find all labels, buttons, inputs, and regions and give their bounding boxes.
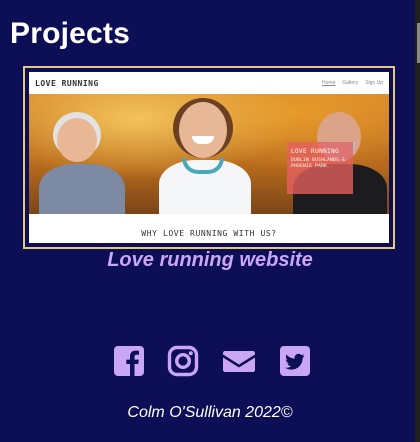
site-preview-logo: LOVE RUNNING bbox=[35, 78, 99, 88]
project-card[interactable]: LOVE RUNNING Home Gallery Sign Up LOVE R… bbox=[23, 66, 395, 249]
page-title: Projects bbox=[10, 17, 130, 50]
runner-center bbox=[149, 96, 259, 214]
site-preview-nav-item: Gallery bbox=[342, 80, 359, 86]
social-links bbox=[113, 345, 311, 377]
promo-title: LOVE RUNNING bbox=[291, 148, 340, 155]
site-preview-nav-item: Sign Up bbox=[365, 80, 383, 86]
site-preview-hero-image: LOVE RUNNING DUBLIN BUSHLANDS & PHOENIX … bbox=[29, 94, 389, 214]
twitter-icon[interactable] bbox=[279, 345, 311, 377]
project-screenshot[interactable]: LOVE RUNNING Home Gallery Sign Up LOVE R… bbox=[29, 72, 389, 243]
scrollbar-track[interactable] bbox=[415, 0, 420, 442]
promo-subtitle: DUBLIN BUSHLANDS & PHOENIX PARK bbox=[291, 158, 346, 169]
site-preview-nav: Home Gallery Sign Up bbox=[322, 80, 383, 86]
envelope-icon[interactable] bbox=[221, 345, 257, 377]
site-preview-header: LOVE RUNNING Home Gallery Sign Up bbox=[29, 72, 389, 94]
instagram-icon[interactable] bbox=[167, 345, 199, 377]
site-preview-promo-box: LOVE RUNNING DUBLIN BUSHLANDS & PHOENIX … bbox=[287, 142, 353, 194]
facebook-icon[interactable] bbox=[113, 345, 145, 377]
site-preview-nav-item: Home bbox=[322, 80, 336, 86]
footer-copyright: Colm O'Sullivan 2022© bbox=[127, 404, 293, 421]
why-heading: WHY LOVE RUNNING WITH US? bbox=[141, 229, 277, 238]
project-caption-link[interactable]: Love running website bbox=[0, 249, 420, 272]
runner-left bbox=[37, 104, 127, 214]
site-preview-why-section: WHY LOVE RUNNING WITH US? bbox=[29, 214, 389, 243]
